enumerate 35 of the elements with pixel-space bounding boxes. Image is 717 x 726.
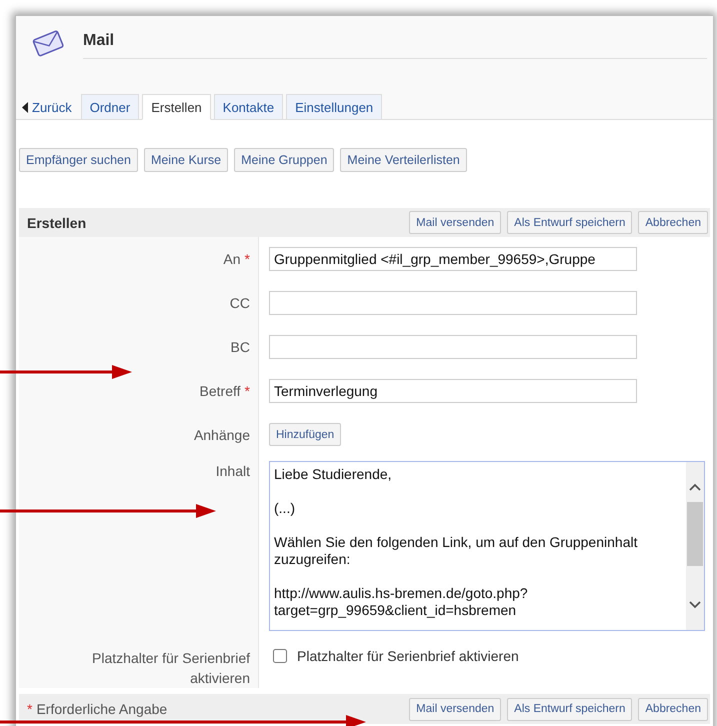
checkbox[interactable] [273,649,287,663]
field-label: An * [223,250,250,269]
scrollbar[interactable] [686,462,704,630]
required-note: * Erforderliche Angabe [27,701,168,717]
toolbar-button[interactable]: Meine Gruppen [234,148,334,172]
checkbox-label[interactable]: Platzhalter für Serienbrief aktivieren [297,646,519,666]
text-field[interactable] [269,291,637,315]
text-field[interactable]: Terminverlegung [269,379,637,403]
text-field[interactable]: Gruppenmitglied <#il_grp_member_99659>,Gruppe [269,247,637,271]
field-label: Inhalt [216,462,250,481]
field-label: Betreff * [200,382,250,401]
form-button[interactable]: Mail versenden [409,211,502,234]
form-button[interactable]: Abbrechen [638,211,708,234]
message-field[interactable]: Liebe Studierende, (...) Wählen Sie den folgenden Link, um auf den Gruppeninhalt zuzugreifen: http://www.aulis.hs-bremen.de/goto.php? target=grp_99659&client_id=hsbremen [269,461,705,631]
tab[interactable]: Erstellen [142,94,211,120]
back-icon [22,102,28,112]
tab[interactable]: Ordner [80,94,140,120]
field-label: CC [230,294,250,313]
window-title: Mail [83,32,116,50]
add-button[interactable]: Hinzufügen [269,423,342,446]
field-label: BC [230,338,250,357]
form-button[interactable]: Abbrechen [638,698,708,720]
back-link[interactable]: Zurück [22,95,78,119]
form-button[interactable]: Als Entwurf speichern [507,211,632,234]
toolbar-button[interactable]: Meine Verteilerlisten [340,148,467,172]
form-button[interactable]: Als Entwurf speichern [507,698,632,720]
form-button[interactable]: Mail versenden [409,698,502,720]
toolbar-button[interactable]: Empfänger suchen [19,148,138,172]
text-field[interactable] [269,335,637,359]
toolbar-button[interactable]: Meine Kurse [144,148,228,172]
field-label: Platzhalter für Serienbrief aktivieren [91,649,250,688]
form-title: Erstellen [27,214,86,230]
field-label: Anhänge [194,426,250,445]
tab[interactable]: Einstellungen [286,94,382,120]
tab[interactable]: Kontakte [214,94,284,120]
